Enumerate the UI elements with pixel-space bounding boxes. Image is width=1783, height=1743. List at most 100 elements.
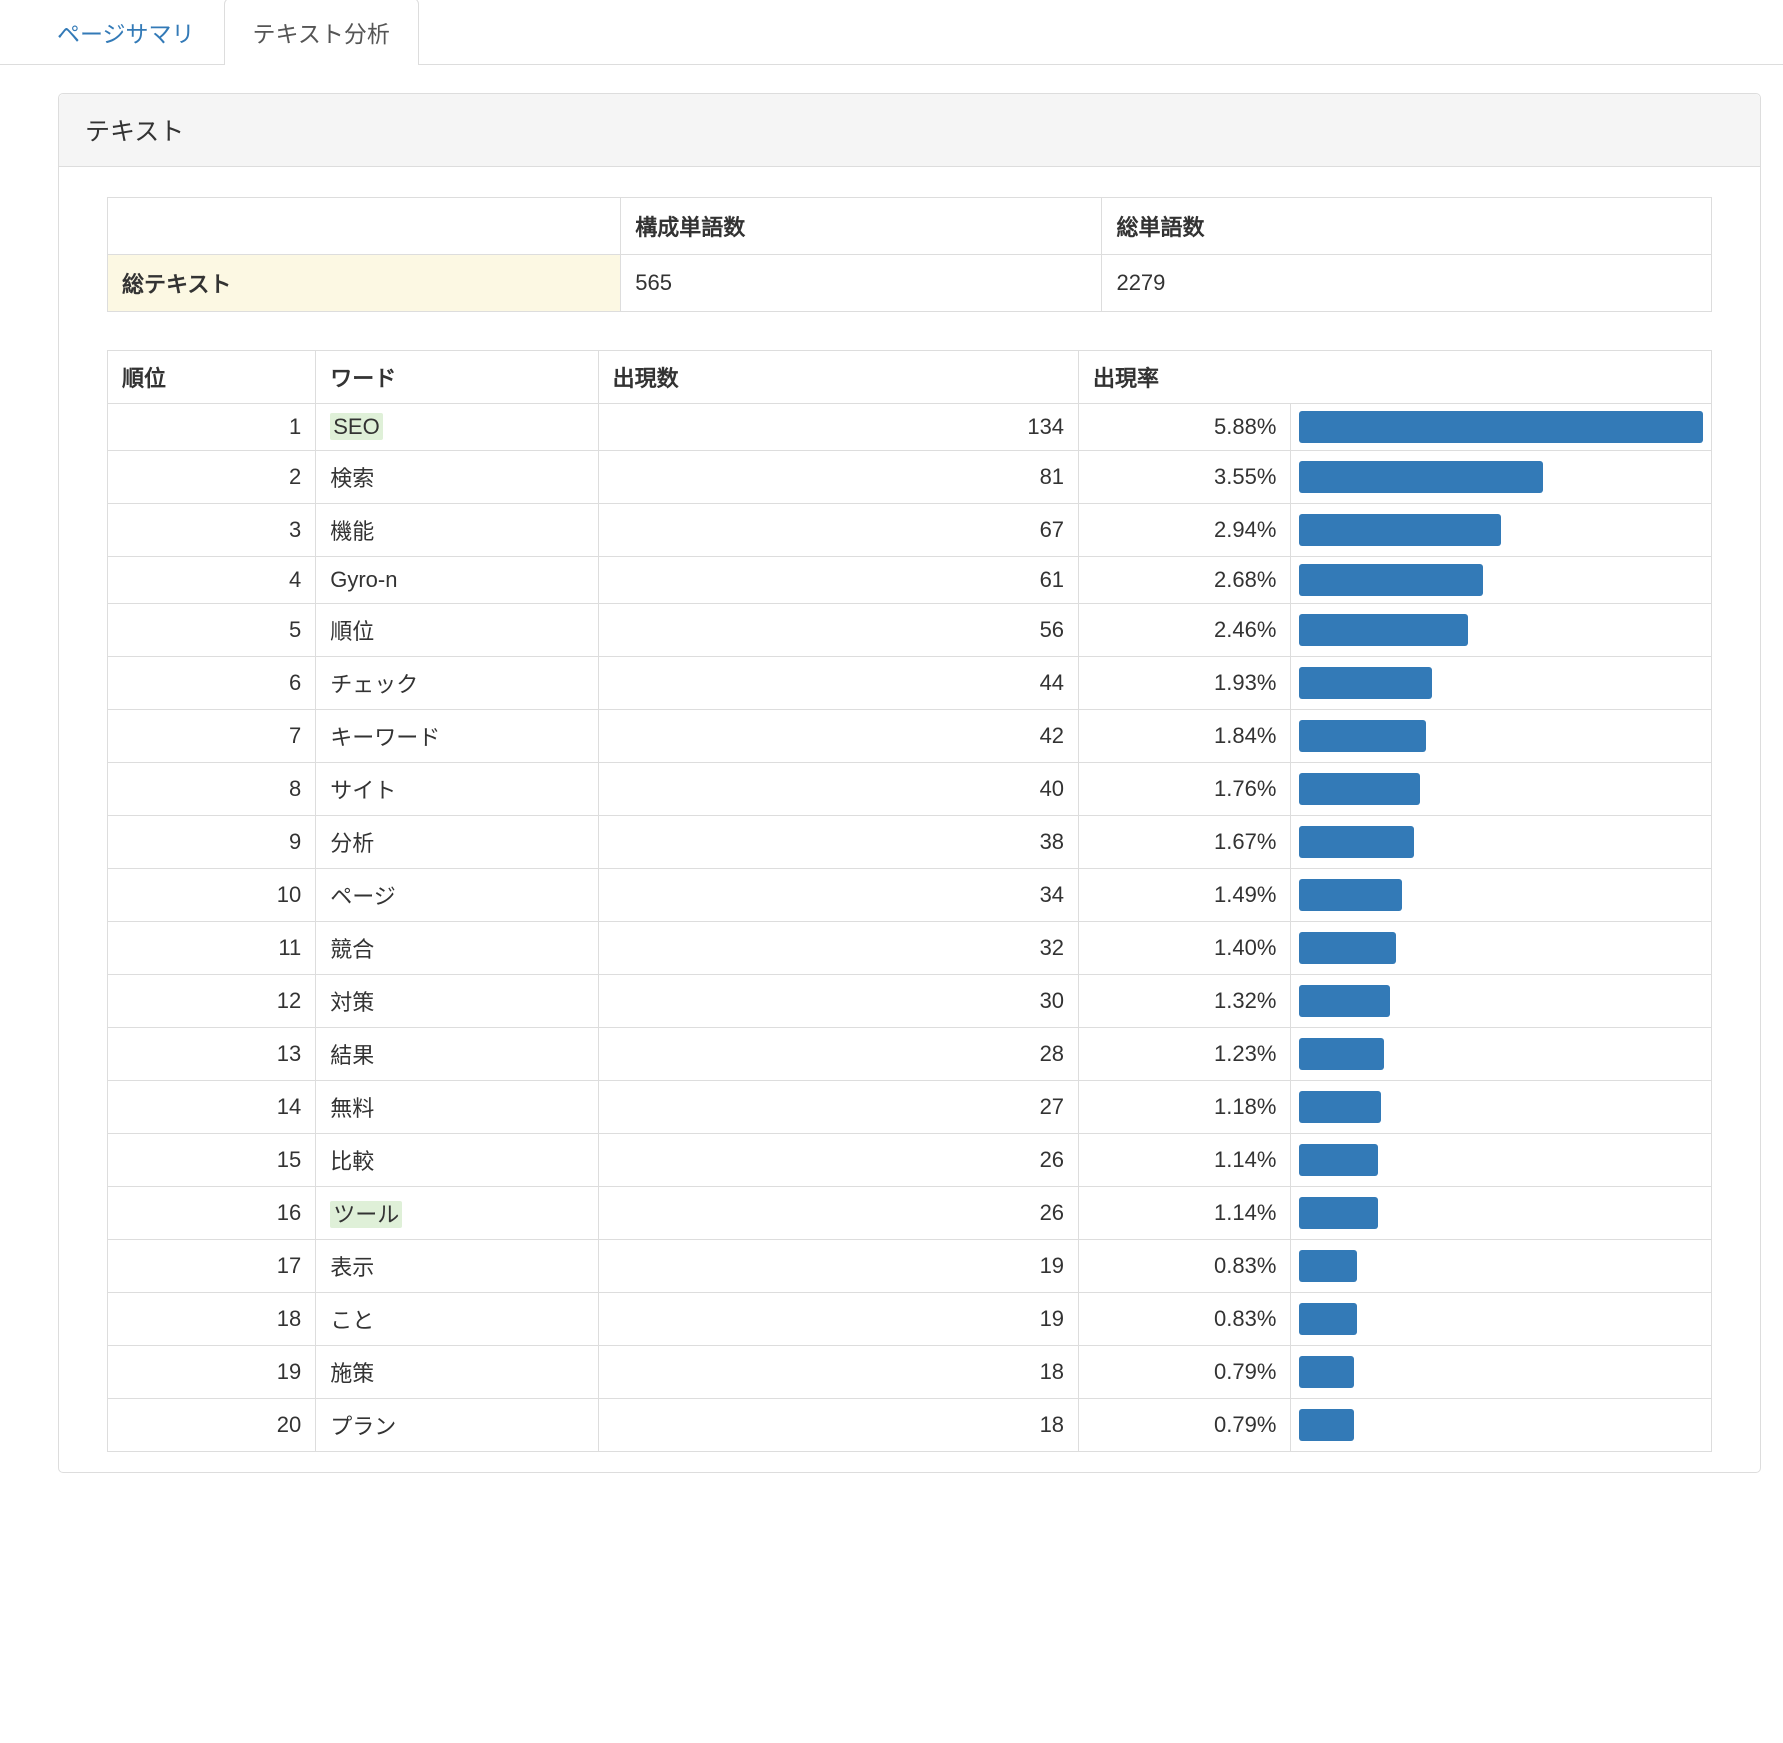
bar-outer <box>1299 720 1703 752</box>
tab-page-summary[interactable]: ページサマリ <box>28 0 224 65</box>
word-cell: 比較 <box>316 1134 598 1187</box>
table-row: 12対策301.32% <box>108 975 1712 1028</box>
summary-row-label: 総テキスト <box>108 255 621 312</box>
summary-total-value: 2279 <box>1102 255 1712 312</box>
table-row: 9分析381.67% <box>108 816 1712 869</box>
table-row: 2検索813.55% <box>108 451 1712 504</box>
word-cell: 分析 <box>316 816 598 869</box>
bar-inner <box>1299 1038 1383 1070</box>
count-cell: 19 <box>598 1240 1078 1293</box>
highlighted-word: SEO <box>330 413 382 440</box>
bar-outer <box>1299 461 1703 493</box>
bar-cell <box>1291 1399 1712 1452</box>
rank-cell: 14 <box>108 1081 316 1134</box>
rate-cell: 1.49% <box>1079 869 1291 922</box>
words-table: 順位 ワード 出現数 出現率 1SEO1345.88%2検索813.55%3機能… <box>107 350 1712 1452</box>
table-row: 11競合321.40% <box>108 922 1712 975</box>
table-row: 19施策180.79% <box>108 1346 1712 1399</box>
bar-cell <box>1291 922 1712 975</box>
bar-inner <box>1299 614 1468 646</box>
word-cell: 機能 <box>316 504 598 557</box>
count-cell: 134 <box>598 404 1078 451</box>
tab-text-analysis[interactable]: テキスト分析 <box>224 0 419 65</box>
table-row: 10ページ341.49% <box>108 869 1712 922</box>
word-cell: 結果 <box>316 1028 598 1081</box>
word-cell: こと <box>316 1293 598 1346</box>
table-row: 1SEO1345.88% <box>108 404 1712 451</box>
bar-cell <box>1291 451 1712 504</box>
summary-header-total: 総単語数 <box>1102 198 1712 255</box>
rate-cell: 2.94% <box>1079 504 1291 557</box>
bar-outer <box>1299 773 1703 805</box>
bar-cell <box>1291 604 1712 657</box>
table-row: 13結果281.23% <box>108 1028 1712 1081</box>
rank-cell: 8 <box>108 763 316 816</box>
rank-cell: 3 <box>108 504 316 557</box>
rate-cell: 0.83% <box>1079 1293 1291 1346</box>
word-cell: 無料 <box>316 1081 598 1134</box>
bar-inner <box>1299 1091 1380 1123</box>
rank-cell: 4 <box>108 557 316 604</box>
rank-cell: 9 <box>108 816 316 869</box>
count-cell: 30 <box>598 975 1078 1028</box>
bar-outer <box>1299 1303 1703 1335</box>
rate-cell: 1.40% <box>1079 922 1291 975</box>
bar-inner <box>1299 720 1425 752</box>
rate-cell: 1.14% <box>1079 1187 1291 1240</box>
summary-row: 総テキスト 565 2279 <box>108 255 1712 312</box>
bar-inner <box>1299 461 1543 493</box>
rank-cell: 13 <box>108 1028 316 1081</box>
bar-outer <box>1299 667 1703 699</box>
bar-outer <box>1299 1091 1703 1123</box>
bar-inner <box>1299 564 1483 596</box>
bar-outer <box>1299 1197 1703 1229</box>
bar-cell <box>1291 657 1712 710</box>
bar-cell <box>1291 404 1712 451</box>
bar-outer <box>1299 932 1703 964</box>
rank-cell: 2 <box>108 451 316 504</box>
bar-cell <box>1291 504 1712 557</box>
tabs-bar: ページサマリ テキスト分析 <box>0 0 1783 65</box>
rank-cell: 19 <box>108 1346 316 1399</box>
rate-cell: 0.79% <box>1079 1346 1291 1399</box>
rank-cell: 5 <box>108 604 316 657</box>
table-row: 18こと190.83% <box>108 1293 1712 1346</box>
count-cell: 56 <box>598 604 1078 657</box>
bar-inner <box>1299 1197 1377 1229</box>
words-header-rank: 順位 <box>108 351 316 404</box>
bar-outer <box>1299 564 1703 596</box>
highlighted-word: ツール <box>330 1201 402 1228</box>
count-cell: 19 <box>598 1293 1078 1346</box>
bar-inner <box>1299 1303 1356 1335</box>
count-cell: 18 <box>598 1399 1078 1452</box>
rate-cell: 1.84% <box>1079 710 1291 763</box>
word-cell: ページ <box>316 869 598 922</box>
bar-cell <box>1291 975 1712 1028</box>
bar-inner <box>1299 773 1419 805</box>
rank-cell: 17 <box>108 1240 316 1293</box>
words-header-word: ワード <box>316 351 598 404</box>
word-cell: 検索 <box>316 451 598 504</box>
rank-cell: 20 <box>108 1399 316 1452</box>
word-cell: 対策 <box>316 975 598 1028</box>
count-cell: 61 <box>598 557 1078 604</box>
rate-cell: 0.83% <box>1079 1240 1291 1293</box>
word-cell: ツール <box>316 1187 598 1240</box>
table-row: 5順位562.46% <box>108 604 1712 657</box>
rate-cell: 1.32% <box>1079 975 1291 1028</box>
words-header-count: 出現数 <box>598 351 1078 404</box>
bar-cell <box>1291 1134 1712 1187</box>
rate-cell: 1.14% <box>1079 1134 1291 1187</box>
rank-cell: 7 <box>108 710 316 763</box>
bar-inner <box>1299 985 1389 1017</box>
summary-table: 構成単語数 総単語数 総テキスト 565 2279 <box>107 197 1712 312</box>
text-panel: テキスト 構成単語数 総単語数 総テキスト 565 <box>58 93 1761 1473</box>
bar-outer <box>1299 614 1703 646</box>
rate-cell: 2.68% <box>1079 557 1291 604</box>
count-cell: 27 <box>598 1081 1078 1134</box>
panel-title: テキスト <box>59 94 1760 167</box>
count-cell: 67 <box>598 504 1078 557</box>
word-cell: サイト <box>316 763 598 816</box>
bar-cell <box>1291 557 1712 604</box>
bar-inner <box>1299 1144 1377 1176</box>
